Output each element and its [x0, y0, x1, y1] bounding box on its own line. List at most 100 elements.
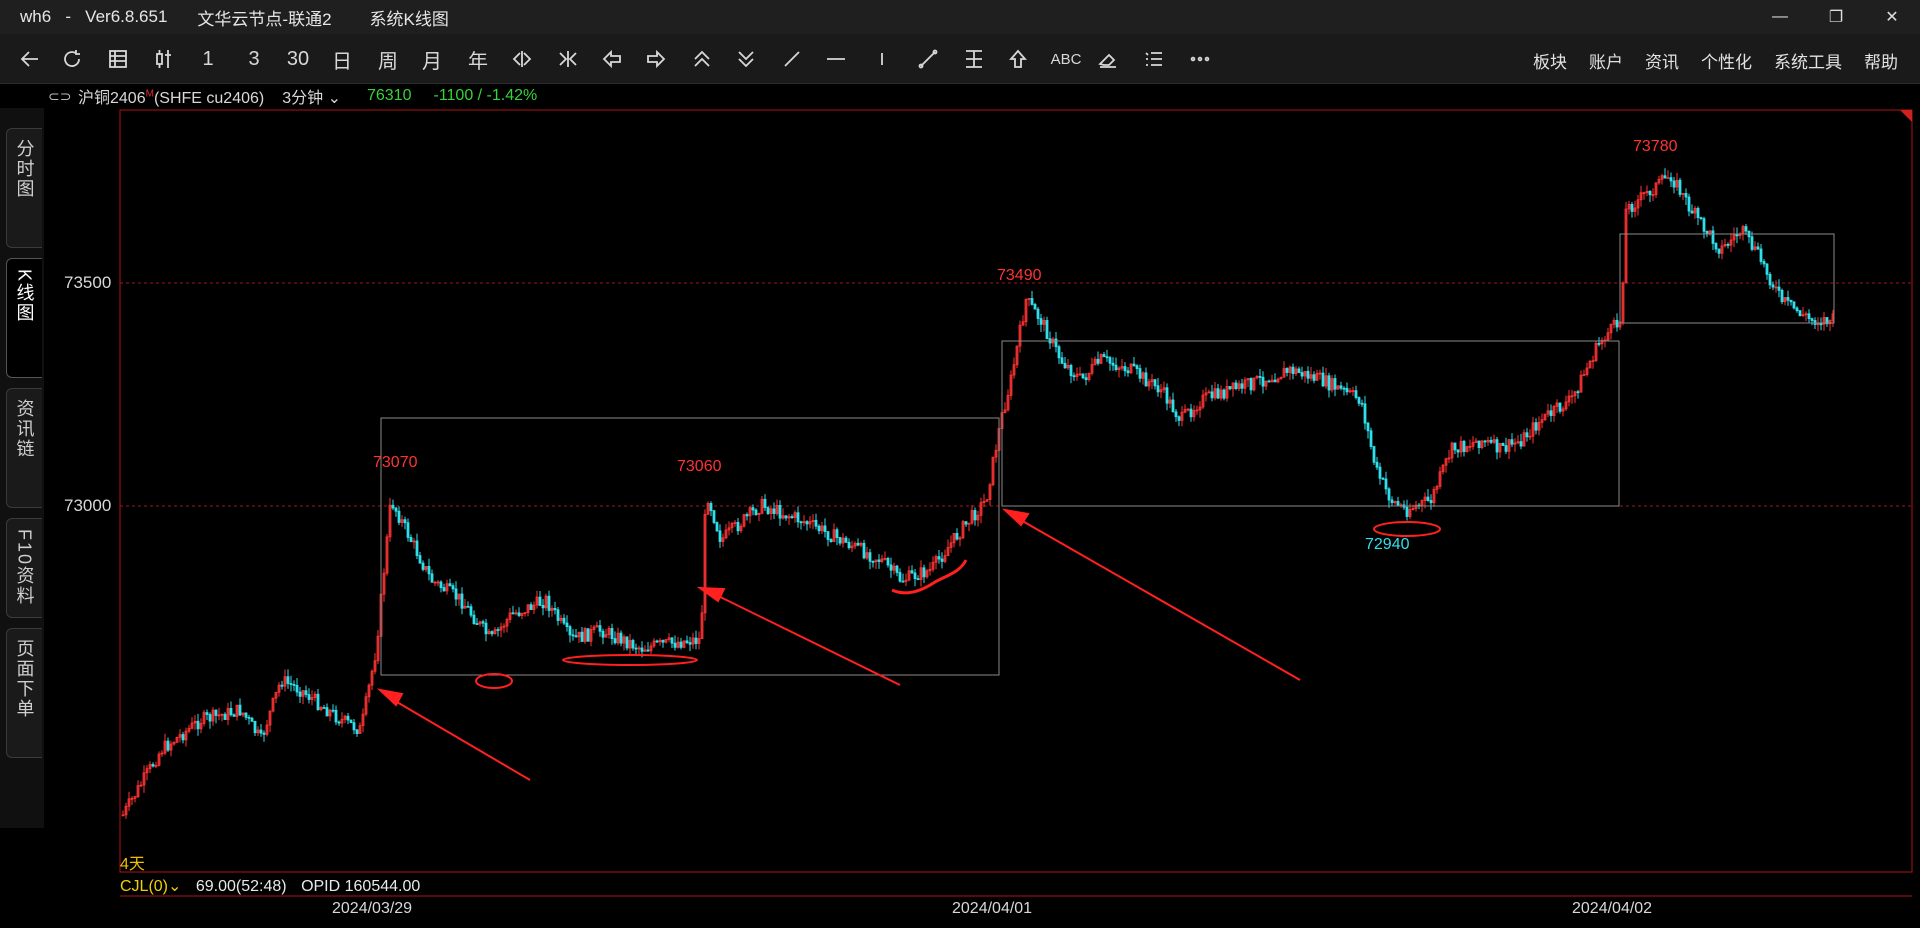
candle-body [1435, 485, 1439, 490]
text-tool-button[interactable]: ABC [1046, 44, 1086, 74]
horizontal-line-icon[interactable] [820, 44, 852, 74]
tab-news-chain[interactable]: 资讯链 [6, 388, 42, 508]
candle-body [1366, 422, 1370, 432]
candle-body [1699, 217, 1703, 220]
period-3min-button[interactable]: 3 [238, 44, 270, 74]
up-arrow-icon[interactable] [1002, 44, 1034, 74]
candle-body [1810, 318, 1814, 321]
parallel-lines-icon[interactable] [958, 44, 990, 74]
period-year-button[interactable]: 年 [462, 44, 494, 74]
period-1min-button[interactable]: 1 [192, 44, 224, 74]
zoom-out-icon[interactable] [552, 44, 584, 74]
candle-body [754, 509, 758, 516]
tab-f10[interactable]: F10资料 [6, 518, 42, 618]
trend-line-icon[interactable] [776, 44, 808, 74]
indicator-name[interactable]: CJL(0) [120, 878, 168, 895]
candle-body [481, 621, 485, 624]
candle-body [622, 636, 626, 644]
main-menu: 板块 账户 资讯 个性化 系统工具 帮助 [1533, 48, 1920, 73]
range-box-3 [1619, 233, 1835, 324]
candle-body [364, 696, 368, 715]
more-icon[interactable] [1184, 44, 1216, 74]
menu-news[interactable]: 资讯 [1645, 48, 1679, 73]
move-right-icon[interactable] [640, 44, 672, 74]
segment-line-icon[interactable] [912, 44, 944, 74]
vertical-line-icon[interactable] [866, 44, 898, 74]
candle-body [841, 537, 845, 544]
candle-body [1300, 372, 1304, 377]
candle-body [1552, 406, 1556, 417]
menu-personalize[interactable]: 个性化 [1701, 48, 1752, 73]
kline-chart[interactable] [0, 0, 1920, 928]
candle-body [460, 593, 464, 609]
candle-body [457, 593, 461, 600]
candle-body [850, 545, 854, 549]
indicator-bar[interactable]: CJL(0)⌄ 69.00(52:48) OPID 160544.00 [120, 876, 420, 896]
candle-body [241, 712, 245, 716]
period-month-button[interactable]: 月 [416, 44, 448, 74]
candle-body [1585, 367, 1589, 375]
candle-body [565, 622, 569, 628]
period-day-button[interactable]: 日 [326, 44, 358, 74]
tab-order[interactable]: 页面下单 [6, 628, 42, 758]
chevron-down-icon: ⌄ [327, 90, 341, 107]
tab-timeshare[interactable]: 分时图 [6, 128, 42, 248]
menu-system-tools[interactable]: 系统工具 [1774, 48, 1842, 73]
candle-body [598, 625, 602, 632]
candle-body [1627, 204, 1631, 210]
candlestick-icon[interactable] [148, 44, 180, 74]
candle-body [316, 693, 320, 711]
candle-body [226, 708, 230, 720]
candle-body [520, 613, 524, 616]
period-selector[interactable]: 3分钟 ⌄ [282, 84, 341, 108]
candle-body [190, 722, 194, 729]
candle-body [1051, 338, 1055, 344]
chevron-down-icon[interactable]: ⌄ [168, 878, 181, 895]
settings-list-icon[interactable] [1138, 44, 1170, 74]
close-button[interactable]: ✕ [1864, 0, 1920, 34]
symbol-name[interactable]: 沪铜2406M(SHFE cu2406) [78, 84, 264, 108]
candle-body [397, 510, 401, 523]
candle-body [673, 642, 677, 648]
candle-body [1384, 478, 1388, 490]
candle-body [379, 593, 383, 637]
candle-body [811, 519, 815, 522]
candle-body [1822, 317, 1826, 325]
move-left-icon[interactable] [596, 44, 628, 74]
eraser-icon[interactable] [1092, 44, 1124, 74]
refresh-icon[interactable] [56, 44, 88, 74]
candle-body [1108, 357, 1112, 364]
menu-sector[interactable]: 板块 [1533, 48, 1567, 73]
restore-button[interactable]: ❐ [1808, 0, 1864, 34]
scroll-down-icon[interactable] [730, 44, 762, 74]
candle-body [745, 514, 749, 517]
zoom-in-icon[interactable] [506, 44, 538, 74]
link-icon[interactable]: ⊂⊃ [48, 88, 78, 105]
candle-body [430, 573, 434, 583]
candle-body [688, 642, 692, 645]
candle-body [1498, 442, 1502, 453]
period-week-button[interactable]: 周 [372, 44, 404, 74]
list-view-icon[interactable] [102, 44, 134, 74]
minimize-button[interactable]: — [1752, 0, 1808, 34]
tab-kline[interactable]: K线图 [6, 258, 42, 378]
candle-body [1669, 177, 1673, 182]
menu-help[interactable]: 帮助 [1864, 48, 1898, 73]
candle-body [1618, 321, 1622, 328]
candle-body [214, 709, 218, 716]
scroll-up-icon[interactable] [686, 44, 718, 74]
back-arrow-icon[interactable] [14, 44, 46, 74]
menu-account[interactable]: 账户 [1589, 48, 1623, 73]
candle-body [706, 503, 710, 515]
period-30min-button[interactable]: 30 [282, 44, 314, 74]
candle-body [772, 508, 776, 514]
candle-body [1006, 394, 1010, 411]
candle-body [1735, 234, 1739, 237]
candle-body [925, 570, 929, 578]
candle-body [1324, 375, 1328, 387]
candle-body [1477, 440, 1481, 448]
candle-body [952, 532, 956, 544]
candle-body [1192, 410, 1196, 418]
candle-body [730, 523, 734, 529]
candle-body [1327, 375, 1331, 391]
